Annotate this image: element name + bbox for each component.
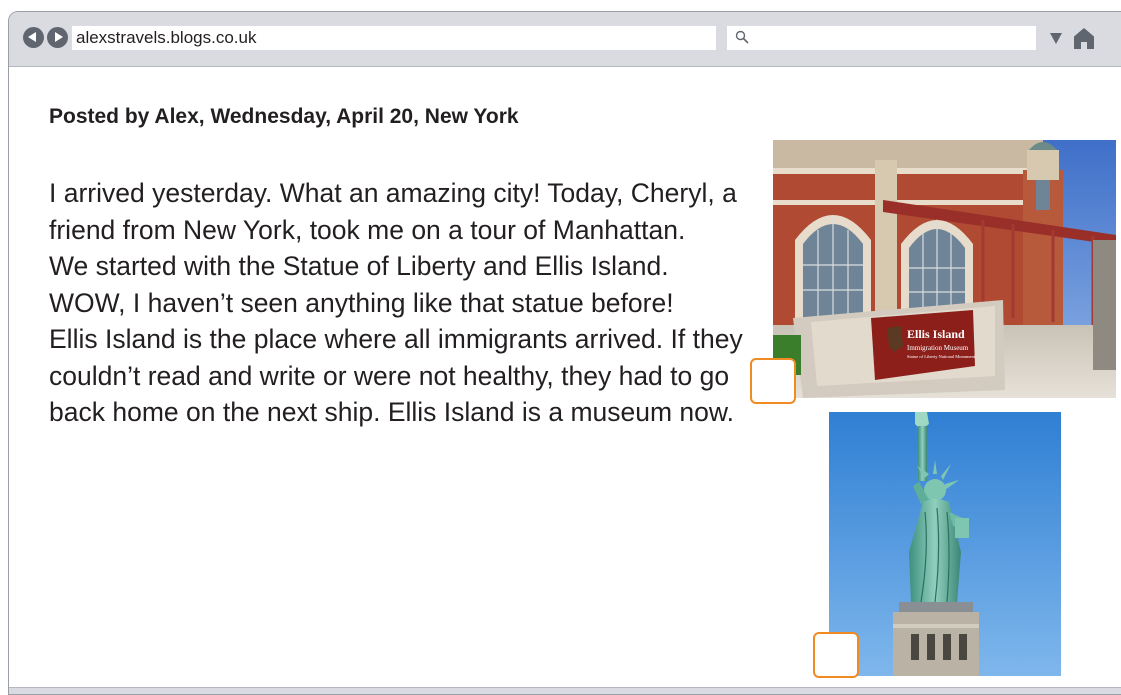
dropdown-icon[interactable] bbox=[1050, 33, 1062, 44]
address-bar[interactable]: alexstravels.blogs.co.uk bbox=[72, 26, 716, 50]
browser-window: alexstravels.blogs.co.uk Posted by Alex,… bbox=[8, 11, 1121, 695]
post-paragraph: We started with the Statue of Liberty an… bbox=[49, 251, 674, 318]
post-body: I arrived yesterday. What an amazing cit… bbox=[49, 175, 749, 431]
browser-toolbar: alexstravels.blogs.co.uk bbox=[9, 12, 1121, 67]
ellis-island-photo: Ellis Island Immigration Museum Statue o… bbox=[773, 140, 1116, 398]
browser-bottom-bar bbox=[9, 687, 1121, 694]
post-paragraph: Ellis Island is the place where all immi… bbox=[49, 324, 743, 427]
post-meta: Posted by Alex, Wednesday, April 20, New… bbox=[49, 105, 519, 128]
post-paragraph: I arrived yesterday. What an amazing cit… bbox=[49, 178, 737, 245]
home-icon[interactable] bbox=[1071, 25, 1097, 51]
back-arrow-icon[interactable] bbox=[23, 27, 44, 48]
sign-title: Ellis Island bbox=[907, 327, 965, 341]
statue-of-liberty-photo bbox=[829, 412, 1061, 676]
forward-arrow-icon[interactable] bbox=[47, 27, 68, 48]
search-input[interactable] bbox=[727, 26, 1036, 50]
sign-subtitle: Immigration Museum bbox=[907, 344, 969, 352]
sign-caption: Statue of Liberty National Monument bbox=[907, 354, 976, 359]
answer-box-ellis[interactable] bbox=[750, 358, 796, 404]
search-icon bbox=[735, 30, 749, 44]
answer-box-liberty[interactable] bbox=[813, 632, 859, 678]
